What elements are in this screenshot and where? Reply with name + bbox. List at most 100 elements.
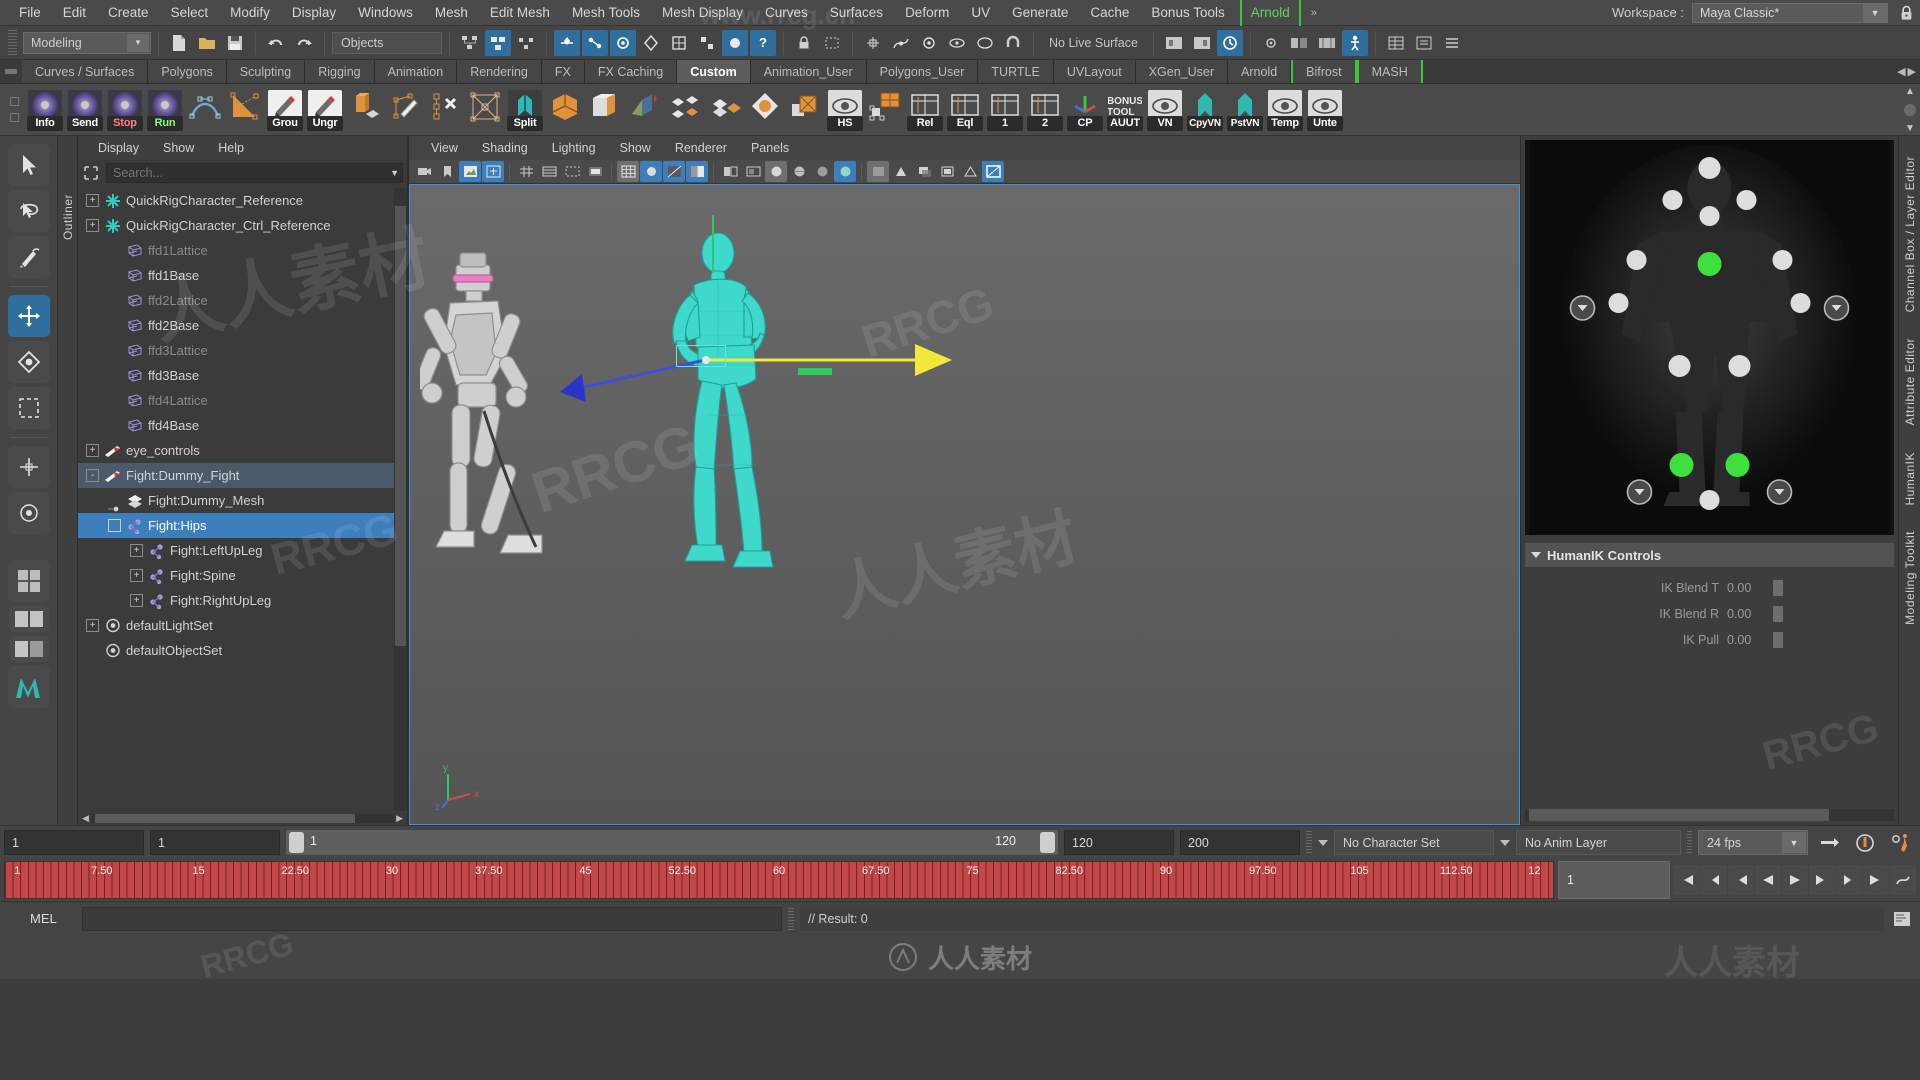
paint-select-tool[interactable] <box>7 236 50 278</box>
smooth-shade-textured-icon[interactable] <box>788 161 810 182</box>
target-weld-tool[interactable] <box>466 88 504 132</box>
curve-tool[interactable] <box>186 88 224 132</box>
send-button[interactable]: Send <box>66 88 104 132</box>
play-forwards-icon[interactable] <box>1782 865 1808 895</box>
outliner-row[interactable]: ffd2Base <box>78 313 407 338</box>
shelf-scroll-thumb[interactable] <box>1904 104 1916 116</box>
menu-deform[interactable]: Deform <box>894 0 960 26</box>
hypershade-button[interactable]: HS <box>826 88 864 132</box>
viewport-menu-shading[interactable]: Shading <box>470 141 540 155</box>
shelf-tab-uvlayout[interactable]: UVLayout <box>1053 60 1136 83</box>
viewport-menu-show[interactable]: Show <box>608 141 663 155</box>
outliner-tree[interactable]: + QuickRigCharacter_Reference + QuickRigCha… <box>78 186 407 811</box>
relative-button[interactable]: Rel <box>906 88 944 132</box>
shelf-tab-arnold[interactable]: Arnold <box>1228 60 1292 83</box>
gate-mask-icon[interactable] <box>584 161 606 182</box>
outliner-row[interactable]: - Fight:Dummy_Fight <box>78 463 407 488</box>
menu-select[interactable]: Select <box>160 0 220 26</box>
vertex-mask-icon[interactable] <box>554 29 580 56</box>
move-tool[interactable] <box>7 295 50 337</box>
snap-to-curve-icon[interactable] <box>888 30 914 56</box>
shelf-tab-next-icon[interactable]: ▶ <box>1908 65 1916 78</box>
range-slider-left-handle[interactable] <box>289 832 304 853</box>
time-bar-gripper-2[interactable] <box>1687 830 1692 855</box>
copy-pivot-button[interactable]: CP <box>1066 88 1104 132</box>
stop-button[interactable]: Stop <box>106 88 144 132</box>
tab-modeling-toolkit[interactable]: Modeling Toolkit <box>1903 531 1917 625</box>
humanik-icon[interactable] <box>1341 29 1368 56</box>
viewport-menu-renderer[interactable]: Renderer <box>663 141 739 155</box>
xray-icon[interactable] <box>742 161 764 182</box>
exposure-icon[interactable] <box>640 161 662 182</box>
ik-blend-r-slider[interactable] <box>1773 606 1783 622</box>
playback-end-field[interactable]: 200 <box>1180 830 1300 855</box>
outliner-expander[interactable]: + <box>86 194 99 207</box>
ungroup-button[interactable]: Ungr <box>306 88 344 132</box>
command-line-language-label[interactable]: MEL <box>6 911 76 926</box>
misc-mask-icon[interactable] <box>694 30 720 56</box>
use-default-material-icon[interactable] <box>867 161 889 182</box>
menu-uv[interactable]: UV <box>960 0 1001 26</box>
character-set-field[interactable]: No Character Set <box>1334 830 1494 855</box>
bookmark-icon[interactable] <box>436 161 458 182</box>
outliner-search-field[interactable]: ▼ <box>106 163 403 183</box>
lattice-tool[interactable] <box>226 88 264 132</box>
play-backwards-icon[interactable] <box>1755 865 1781 895</box>
shelf-tab-animation[interactable]: Animation <box>374 60 458 83</box>
step-forward-frame-icon[interactable] <box>1809 865 1835 895</box>
range-slider-right-handle[interactable] <box>1040 832 1055 853</box>
tab-channel-box-layer-editor[interactable]: Channel Box / Layer Editor <box>1903 156 1917 312</box>
shelf-tab-curves-surfaces[interactable]: Curves / Surfaces <box>22 60 149 83</box>
shelf-tab-xgen-user[interactable]: XGen_User <box>1135 60 1229 83</box>
move-manipulator[interactable] <box>560 300 960 420</box>
statusbar-gripper[interactable] <box>8 29 17 56</box>
image-plane-icon[interactable] <box>459 161 481 182</box>
outliner-expander[interactable]: + <box>130 544 143 557</box>
two-d-pan-zoom-icon[interactable] <box>482 161 504 182</box>
save-scene-icon[interactable] <box>222 30 248 56</box>
anim-end-field[interactable]: 120 <box>1064 830 1174 855</box>
snap-grid-icon[interactable] <box>722 29 748 56</box>
plane-stack-tool[interactable] <box>666 88 704 132</box>
time-bar-gripper[interactable] <box>1306 830 1312 855</box>
command-input[interactable] <box>82 906 782 931</box>
loop-playback-icon[interactable] <box>1814 834 1844 852</box>
menu-windows[interactable]: Windows <box>347 0 424 26</box>
shelf-tab-rendering[interactable]: Rendering <box>457 60 542 83</box>
rotate-tool[interactable] <box>7 341 50 383</box>
channel-box-toggle-icon[interactable] <box>1383 30 1409 56</box>
tab-attribute-editor[interactable]: Attribute Editor <box>1903 338 1917 425</box>
shelf-scrollbar[interactable]: ▲ ▼ <box>1902 86 1918 134</box>
uv-tool[interactable] <box>786 88 824 132</box>
snap-to-point-icon[interactable] <box>916 30 942 56</box>
ik-blend-t-slider[interactable] <box>1773 580 1783 596</box>
select-tool[interactable] <box>7 144 50 186</box>
multicut-tool[interactable] <box>426 88 464 132</box>
viewport-3d-canvas[interactable]: y x z RRCG RRCG 人人素材 <box>409 184 1520 825</box>
snap-to-projected-icon[interactable] <box>944 30 970 56</box>
edge-mask-icon[interactable] <box>582 29 608 56</box>
outliner-row[interactable]: + Fight:Spine <box>78 563 407 588</box>
chevron-down-icon[interactable]: ▼ <box>1782 832 1806 853</box>
chevron-down-icon[interactable]: ▼ <box>127 33 149 52</box>
workspace-dropdown[interactable]: Maya Classic* ▼ <box>1692 2 1888 23</box>
go-to-start-icon[interactable] <box>1674 865 1700 895</box>
lock-icon[interactable] <box>1898 4 1914 22</box>
current-frame-field[interactable]: 1 <box>1558 861 1670 899</box>
chevron-down-icon[interactable]: ▼ <box>390 168 399 178</box>
equal-button[interactable]: Eql <box>946 88 984 132</box>
menu-arnold[interactable]: Arnold <box>1239 0 1301 26</box>
toggle-graph-editor-icon[interactable] <box>1890 865 1916 895</box>
boolean-tool[interactable] <box>586 88 624 132</box>
outliner-row[interactable]: Fight:Dummy_Mesh <box>78 488 407 513</box>
outliner-row[interactable]: ffd1Lattice <box>78 238 407 263</box>
menu-edit-mesh[interactable]: Edit Mesh <box>479 0 561 26</box>
shelf-scroll-up-icon[interactable]: ▲ <box>1905 86 1915 97</box>
auto-keyframe-icon[interactable] <box>1850 833 1880 853</box>
outliner-row[interactable]: Fight:Hips <box>78 513 407 538</box>
lock-selection-icon[interactable] <box>791 30 817 56</box>
range-start-field-2[interactable]: 1 <box>150 830 280 855</box>
menu-curves[interactable]: Curves <box>754 0 819 26</box>
menu-bonus-tools[interactable]: Bonus Tools <box>1140 0 1235 26</box>
menu-create[interactable]: Create <box>97 0 160 26</box>
